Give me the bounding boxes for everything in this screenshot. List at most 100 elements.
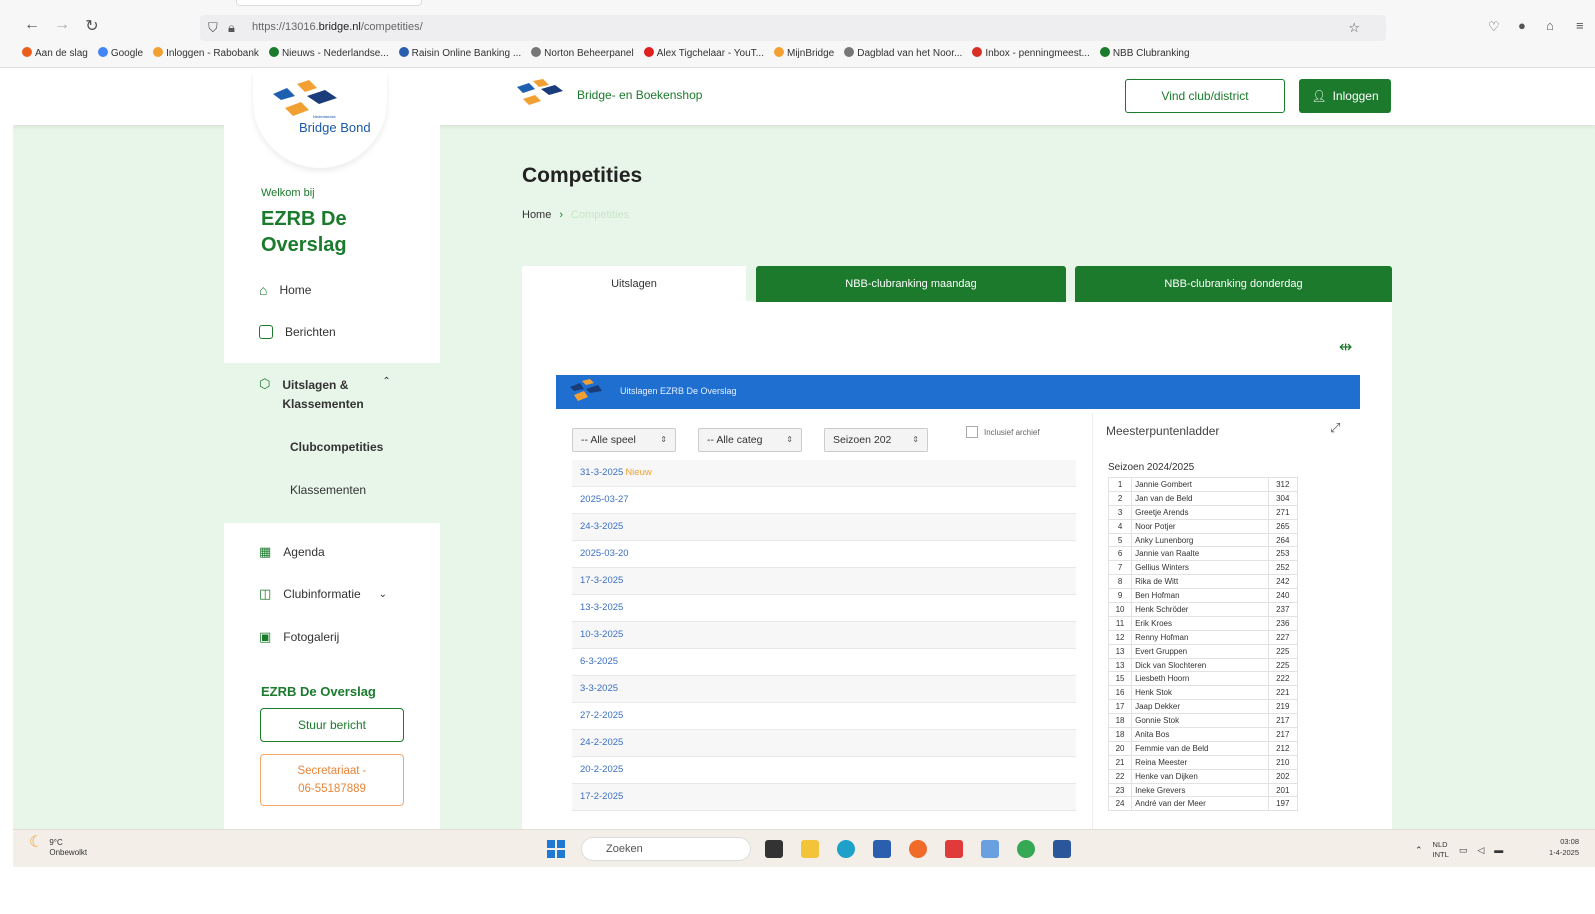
result-date-row[interactable]: 17-2-2025 <box>572 784 1076 811</box>
result-date-link[interactable]: 31-3-2025 <box>580 467 623 478</box>
sidebar-item-agenda[interactable]: ▦ Agenda <box>259 544 325 560</box>
result-date-link[interactable]: 20-2-2025 <box>580 764 623 775</box>
weather-widget[interactable]: ☾ 9°C Onbewolkt <box>29 835 87 858</box>
expand-icon[interactable]: ⤢ <box>1330 420 1340 436</box>
battery-icon[interactable]: ▬ <box>1494 845 1503 855</box>
sidebar-item-uitslagen[interactable]: ⬡ Uitslagen & Klassementen ⌃ <box>259 376 391 414</box>
firefox-icon[interactable] <box>909 840 927 858</box>
result-date-link[interactable]: 2025-03-20 <box>580 548 629 559</box>
result-date-row[interactable]: 27-2-2025 <box>572 703 1076 730</box>
sidebar-item-clubinformatie[interactable]: ◫ Clubinformatie ⌄ <box>259 586 387 602</box>
ladder-name: André van der Meer <box>1131 796 1269 812</box>
bookmark-item[interactable]: NBB Clubranking <box>1099 47 1190 59</box>
taskbar-search[interactable]: Zoeken <box>581 837 751 861</box>
result-date-link[interactable]: 27-2-2025 <box>580 710 623 721</box>
result-date-row[interactable]: 13-3-2025 <box>572 595 1076 622</box>
bookmark-label: MijnBridge <box>786 48 835 59</box>
secretary-phone-button[interactable]: Secretariaat - 06-55187889 <box>260 754 404 806</box>
send-message-button[interactable]: Stuur bericht <box>260 708 404 742</box>
result-date-link[interactable]: 6-3-2025 <box>580 656 618 667</box>
language-code[interactable]: NLD <box>1433 840 1448 849</box>
sidebar-sub-klassementen[interactable]: Klassementen <box>290 483 366 497</box>
extensions-icon[interactable]: ⌂ <box>1546 18 1554 33</box>
result-date-link[interactable]: 10-3-2025 <box>580 629 623 640</box>
result-date-link[interactable]: 24-3-2025 <box>580 521 623 532</box>
chevron-down-icon[interactable]: ⌄ <box>379 589 387 600</box>
account-icon[interactable]: ● <box>1518 18 1526 33</box>
archive-checkbox[interactable]: Inclusief archief <box>966 426 1040 438</box>
bookmark-item[interactable]: Inbox - penningmeest... <box>972 47 1090 59</box>
ladder-points: 264 <box>1267 532 1299 548</box>
chevron-up-icon[interactable]: ⌃ <box>1415 845 1423 856</box>
breadcrumb: Home › Competities <box>522 209 629 221</box>
result-date-row[interactable]: 2025-03-27 <box>572 487 1076 514</box>
keyboard-layout[interactable]: INTL <box>1433 850 1449 859</box>
result-date-row[interactable]: 2025-03-20 <box>572 541 1076 568</box>
shop-link[interactable]: Bridge- en Boekenshop <box>513 79 702 110</box>
task-view-icon[interactable] <box>765 840 783 858</box>
result-date-link[interactable]: 2025-03-27 <box>580 494 629 505</box>
login-button[interactable]: 👤︎ Inloggen <box>1299 79 1391 113</box>
chevron-up-icon[interactable]: ⌃ <box>382 376 390 387</box>
checkbox[interactable] <box>966 426 978 438</box>
sidebar-item-home[interactable]: ⌂ Home <box>259 282 311 298</box>
filter-speelavond-select[interactable]: -- Alle speel ⇕ <box>572 428 676 452</box>
result-date-row[interactable]: 24-2-2025 <box>572 730 1076 757</box>
volume-icon[interactable]: ◁ <box>1477 845 1484 856</box>
find-club-button[interactable]: Vind club/district <box>1125 79 1285 113</box>
network-icon[interactable]: ▭ <box>1459 845 1468 856</box>
tab-clubranking-maandag[interactable]: NBB-clubranking maandag <box>756 266 1066 302</box>
edge-icon[interactable] <box>837 840 855 858</box>
result-date-link[interactable]: 17-3-2025 <box>580 575 623 586</box>
tab-uitslagen[interactable]: Uitslagen <box>522 266 746 302</box>
ladder-points: 225 <box>1267 643 1299 659</box>
forward-arrow-icon[interactable]: → <box>52 16 72 34</box>
ladder-rank: 17 <box>1107 699 1133 715</box>
chrome-icon[interactable] <box>1017 840 1035 858</box>
bookmark-item[interactable]: Google <box>97 47 143 59</box>
bookmark-item[interactable]: Nieuws - Nederlandse... <box>268 47 389 59</box>
menu-icon[interactable]: ≡ <box>1576 18 1584 33</box>
bookmark-star-icon[interactable]: ☆ <box>1348 20 1360 36</box>
result-date-link[interactable]: 13-3-2025 <box>580 602 623 613</box>
result-date-row[interactable]: 3-3-2025 <box>572 676 1076 703</box>
tab-clubranking-donderdag[interactable]: NBB-clubranking donderdag <box>1075 266 1392 302</box>
bookmark-item[interactable]: MijnBridge <box>773 47 835 59</box>
app-icon[interactable] <box>945 840 963 858</box>
store-icon[interactable] <box>873 840 891 858</box>
bookmark-item[interactable]: Alex Tigchelaar - YouT... <box>643 47 764 59</box>
result-date-link[interactable]: 24-2-2025 <box>580 737 623 748</box>
result-date-row[interactable]: 17-3-2025 <box>572 568 1076 595</box>
word-icon[interactable] <box>1053 840 1071 858</box>
sidebar-item-berichten[interactable]: Berichten <box>259 325 336 339</box>
result-date-row[interactable]: 31-3-2025 Nieuw <box>572 460 1076 487</box>
file-explorer-icon[interactable] <box>801 840 819 858</box>
result-date-row[interactable]: 20-2-2025 <box>572 757 1076 784</box>
result-date-row[interactable]: 24-3-2025 <box>572 514 1076 541</box>
pocket-icon[interactable]: ♡ <box>1488 19 1500 35</box>
result-date-row[interactable]: 6-3-2025 <box>572 649 1076 676</box>
clock[interactable]: 03:08 1-4-2025 <box>1549 836 1579 858</box>
sidebar-sub-clubcompetities[interactable]: Clubcompetities <box>290 440 383 454</box>
sidebar-item-fotogalerij[interactable]: ▣ Fotogalerij <box>259 629 339 645</box>
active-tab[interactable] <box>236 0 422 6</box>
bookmark-item[interactable]: Inloggen - Rabobank <box>153 47 259 59</box>
app-icon[interactable] <box>981 840 999 858</box>
ladder-rank: 13 <box>1107 643 1133 659</box>
reload-icon[interactable]: ↻ <box>82 16 102 36</box>
bookmark-item[interactable]: Raisin Online Banking ... <box>398 47 521 59</box>
bookmark-item[interactable]: Norton Beheerpanel <box>531 47 634 59</box>
breadcrumb-home[interactable]: Home <box>522 209 551 221</box>
bookmark-item[interactable]: Aan de slag <box>22 47 88 59</box>
result-date-row[interactable]: 10-3-2025 <box>572 622 1076 649</box>
filter-categorie-select[interactable]: -- Alle categ ⇕ <box>698 428 802 452</box>
result-date-link[interactable]: 3-3-2025 <box>580 683 618 694</box>
system-tray: ⌃ NLD INTL ▭ ◁ ▬ <box>1415 840 1503 860</box>
windows-start-icon[interactable] <box>547 840 565 858</box>
address-bar[interactable]: ⛉ 🔒︎ https://13016.bridge.nl/competities… <box>200 15 1386 41</box>
bookmark-item[interactable]: Dagblad van het Noor... <box>844 47 962 59</box>
back-arrow-icon[interactable]: ← <box>22 16 42 34</box>
filter-seizoen-select[interactable]: Seizoen 202 ⇕ <box>824 428 928 452</box>
result-date-link[interactable]: 17-2-2025 <box>580 791 623 802</box>
fullscreen-icon[interactable]: ⇹ <box>1339 337 1352 357</box>
